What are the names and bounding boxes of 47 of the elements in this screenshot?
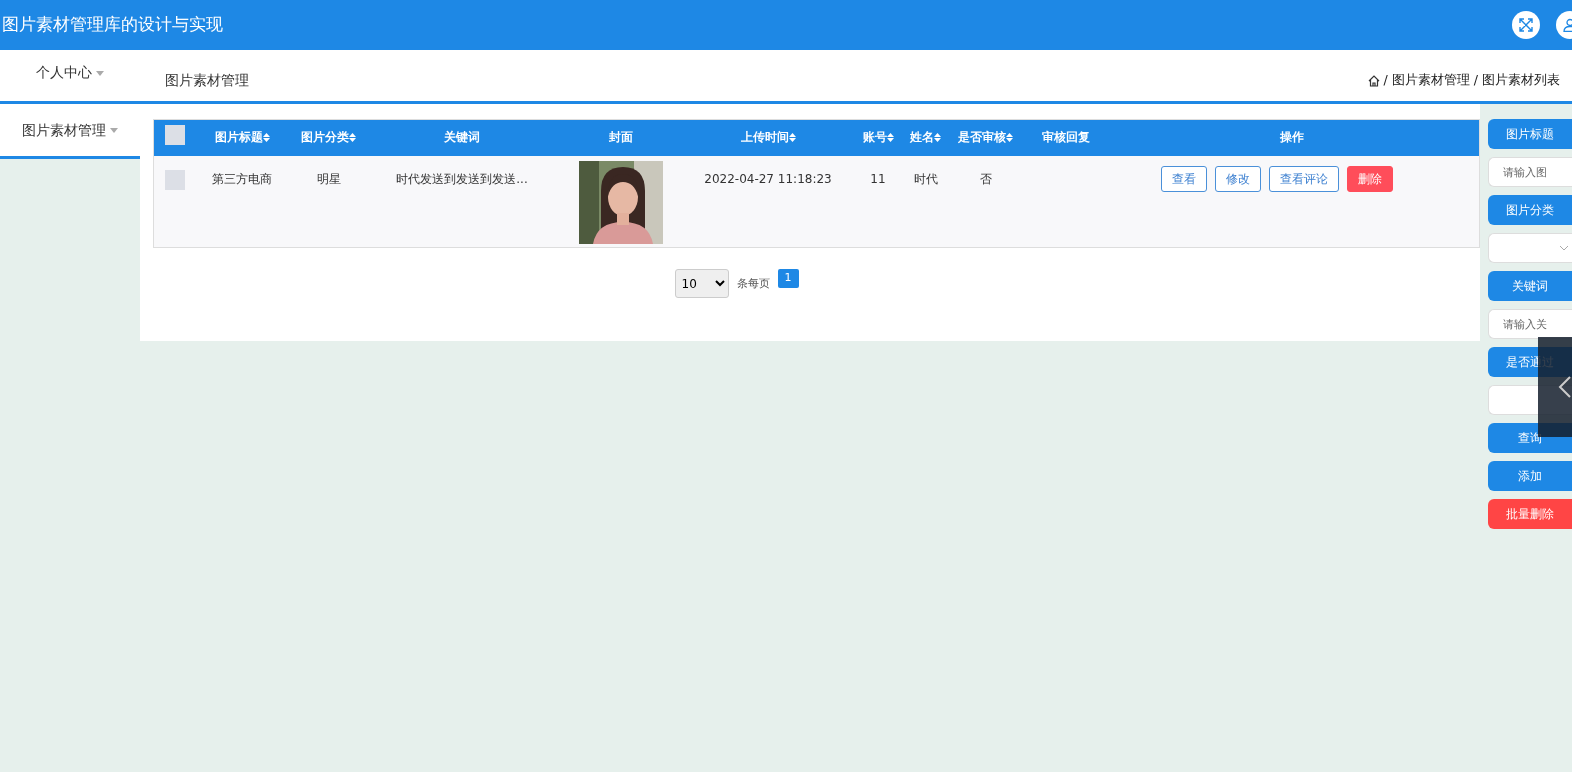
name-cell: 时代 xyxy=(913,171,938,186)
title-cell: 第三方电商 xyxy=(212,171,272,186)
batch-delete-button[interactable]: 批量删除 xyxy=(1488,499,1572,529)
breadcrumb-separator: / xyxy=(1383,71,1388,90)
caret-icon[interactable] xyxy=(96,70,105,76)
column-header: 关键词 xyxy=(444,130,480,145)
column-header: 审核回复 xyxy=(1041,130,1090,145)
menu-dropdown[interactable]: 个人中心 xyxy=(35,62,105,83)
page-button[interactable]: 1 xyxy=(777,269,799,288)
select-all-checkbox[interactable] xyxy=(164,125,185,146)
breadcrumb-separator: / xyxy=(1473,71,1478,90)
filter-label[interactable]: 图片标题 xyxy=(1488,119,1572,149)
action-button[interactable]: 查看评论 xyxy=(1269,165,1340,192)
page-size-label: 条每页 xyxy=(736,276,770,292)
filter-input[interactable]: 请输入关 xyxy=(1488,309,1572,339)
page-title: 图片素材管理 xyxy=(165,71,249,90)
fullscreen-icon[interactable] xyxy=(1512,11,1540,39)
filter-input[interactable]: 请输入图 xyxy=(1488,157,1572,187)
row-checkbox[interactable] xyxy=(164,169,185,190)
column-header[interactable]: 上传时间 xyxy=(740,129,789,147)
action-button[interactable]: 查看 xyxy=(1161,165,1208,192)
breadcrumb-item[interactable]: 图片素材管理 xyxy=(1391,71,1470,90)
chevron-down-icon[interactable] xyxy=(1560,245,1568,251)
breadcrumb-item: 图片素材列表 xyxy=(1482,71,1560,90)
time-cell: 2022-04-27 11:18:23 xyxy=(704,171,832,186)
caret-icon[interactable] xyxy=(110,127,118,133)
column-header: 操作 xyxy=(1280,130,1305,145)
review-cell: 否 xyxy=(979,171,992,186)
filter-label[interactable]: 图片分类 xyxy=(1488,195,1572,225)
page-size-select[interactable]: 10 xyxy=(674,269,729,298)
sort-icon[interactable] xyxy=(886,133,894,143)
column-header: 封面 xyxy=(608,130,633,145)
sidebar-item[interactable]: 图片素材管理 xyxy=(0,104,140,159)
chevron-left-icon[interactable] xyxy=(1558,375,1572,399)
sort-icon[interactable] xyxy=(262,133,270,143)
sort-icon[interactable] xyxy=(349,133,356,143)
app-title: 图片素材管理库的设计与实现 xyxy=(1,13,223,37)
filter-label[interactable]: 关键词 xyxy=(1488,271,1572,301)
account-cell: 11 xyxy=(870,171,886,186)
category-cell: 明星 xyxy=(316,171,341,186)
sort-icon[interactable] xyxy=(788,133,796,143)
sort-icon[interactable] xyxy=(934,133,941,143)
filter-button[interactable]: 添加 xyxy=(1488,461,1572,491)
delete-button[interactable]: 删除 xyxy=(1347,165,1394,192)
action-button[interactable]: 修改 xyxy=(1215,165,1262,192)
sort-icon[interactable] xyxy=(1006,133,1013,143)
keyword-cell: 时代发送到发送到发送... xyxy=(396,171,528,186)
